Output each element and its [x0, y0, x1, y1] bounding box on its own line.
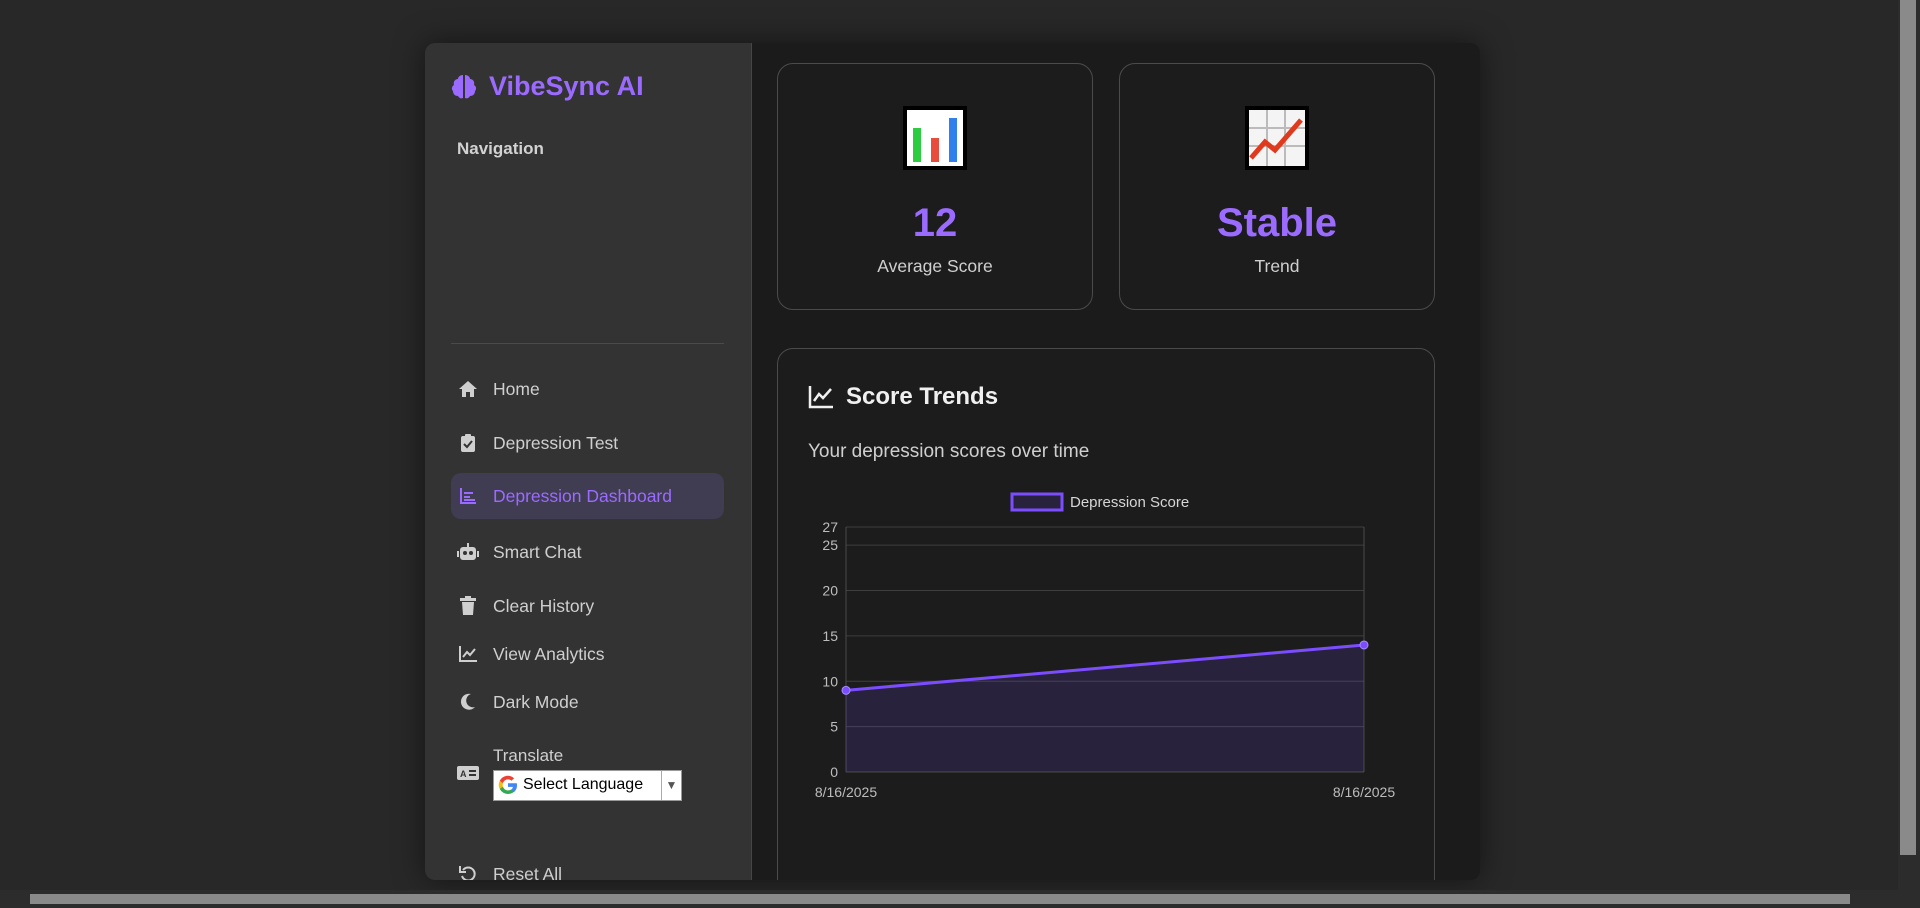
- y-tick-label: 5: [830, 719, 838, 735]
- chart-card-title-text: Score Trends: [846, 383, 999, 410]
- trend-label: Trend: [1254, 256, 1300, 276]
- page-horizontal-scrollbar[interactable]: [0, 890, 1898, 908]
- app-window: VibeSync AI Navigation Home Depression T…: [425, 43, 1480, 880]
- page-scrollbar-thumb[interactable]: [1900, 0, 1916, 855]
- home-icon: [457, 378, 479, 400]
- data-point: [841, 685, 851, 695]
- x-tick-label: 8/16/2025: [815, 784, 877, 800]
- y-tick-label: 27: [822, 519, 838, 535]
- language-select-value: Select Language: [523, 776, 644, 793]
- brain-icon: [451, 74, 477, 98]
- legend-swatch: [1010, 492, 1064, 512]
- series-area: [846, 644, 1364, 772]
- brand-name: VibeSync AI: [489, 71, 644, 101]
- svg-text:A: A: [460, 769, 467, 779]
- trend-up-emoji: [1245, 106, 1309, 170]
- x-tick-label: 8/16/2025: [1333, 784, 1395, 800]
- moon-icon: [457, 691, 479, 713]
- y-tick-label: 25: [822, 537, 838, 553]
- sidebar-item-home[interactable]: Home: [451, 366, 724, 412]
- translate-icon: A: [457, 762, 479, 784]
- sidebar-item-depression-test[interactable]: Depression Test: [451, 420, 724, 466]
- sidebar-item-label: Depression Test: [493, 432, 619, 453]
- sidebar-item-label: Dark Mode: [493, 691, 579, 712]
- average-score-value: 12: [912, 201, 958, 245]
- page-hscrollbar-thumb[interactable]: [30, 894, 1850, 904]
- sidebar-item-label: Reset All: [493, 863, 563, 881]
- sidebar-item-label: Clear History: [493, 595, 595, 616]
- divider: [451, 343, 724, 344]
- chevron-down-icon: ▼: [661, 770, 681, 800]
- line-chart-icon: [808, 386, 833, 409]
- google-g-icon: [498, 775, 518, 795]
- sidebar-item-view-analytics[interactable]: View Analytics: [451, 631, 724, 677]
- score-line-chart: 0 5 10 15 20 25 27 8/16/2025 8/16/2025 Depression…: [815, 492, 1395, 800]
- trash-icon: [457, 595, 479, 617]
- legend-label: Depression Score: [1070, 494, 1189, 511]
- sidebar-item-smart-chat[interactable]: Smart Chat: [451, 529, 724, 575]
- y-tick-label: 15: [822, 628, 838, 644]
- sidebar: VibeSync AI Navigation Home Depression T…: [425, 43, 752, 880]
- trend-value: Stable: [1216, 201, 1338, 245]
- stat-card-trend: Stable Trend: [1119, 63, 1435, 310]
- sidebar-item-reset-all[interactable]: Reset All: [451, 851, 724, 880]
- sidebar-item-translate: A Translate Select Language ▼: [451, 743, 724, 803]
- clipboard-check-icon: [457, 432, 479, 454]
- chart-card-title: Score Trends: [808, 383, 998, 411]
- chart-card-subtitle: Your depression scores over time: [808, 441, 1090, 462]
- bar-chart-emoji: [903, 106, 967, 170]
- translate-group: Translate Select Language ▼: [493, 746, 682, 801]
- data-point: [1359, 640, 1369, 650]
- sidebar-item-label: Depression Dashboard: [493, 485, 672, 506]
- sidebar-item-dark-mode[interactable]: Dark Mode: [451, 679, 724, 725]
- chart-bars-icon: [457, 485, 479, 507]
- language-select[interactable]: Select Language ▼: [493, 769, 682, 801]
- brand: VibeSync AI: [449, 71, 644, 102]
- y-tick-label: 10: [822, 673, 838, 689]
- robot-icon: [457, 541, 479, 563]
- y-tick-label: 0: [830, 764, 838, 780]
- y-tick-label: 20: [822, 583, 838, 599]
- sidebar-item-depression-dashboard[interactable]: Depression Dashboard: [451, 473, 724, 519]
- sidebar-item-clear-history[interactable]: Clear History: [451, 583, 724, 629]
- page-vertical-scrollbar[interactable]: [1898, 0, 1920, 908]
- sidebar-item-label: View Analytics: [493, 643, 605, 664]
- sidebar-item-label: Smart Chat: [493, 541, 582, 562]
- stat-card-average: 12 Average Score: [777, 63, 1093, 310]
- score-trends-card: Score Trends Your depression scores over…: [777, 348, 1435, 880]
- average-score-label: Average Score: [877, 256, 993, 276]
- undo-icon: [457, 863, 479, 880]
- main-content: 12 Average Score Stable Trend Score Tren…: [752, 43, 1480, 880]
- line-chart-icon: [457, 643, 479, 665]
- sidebar-item-label: Home: [493, 378, 540, 399]
- sidebar-item-label: Translate: [493, 745, 564, 765]
- nav-heading: Navigation: [457, 139, 544, 158]
